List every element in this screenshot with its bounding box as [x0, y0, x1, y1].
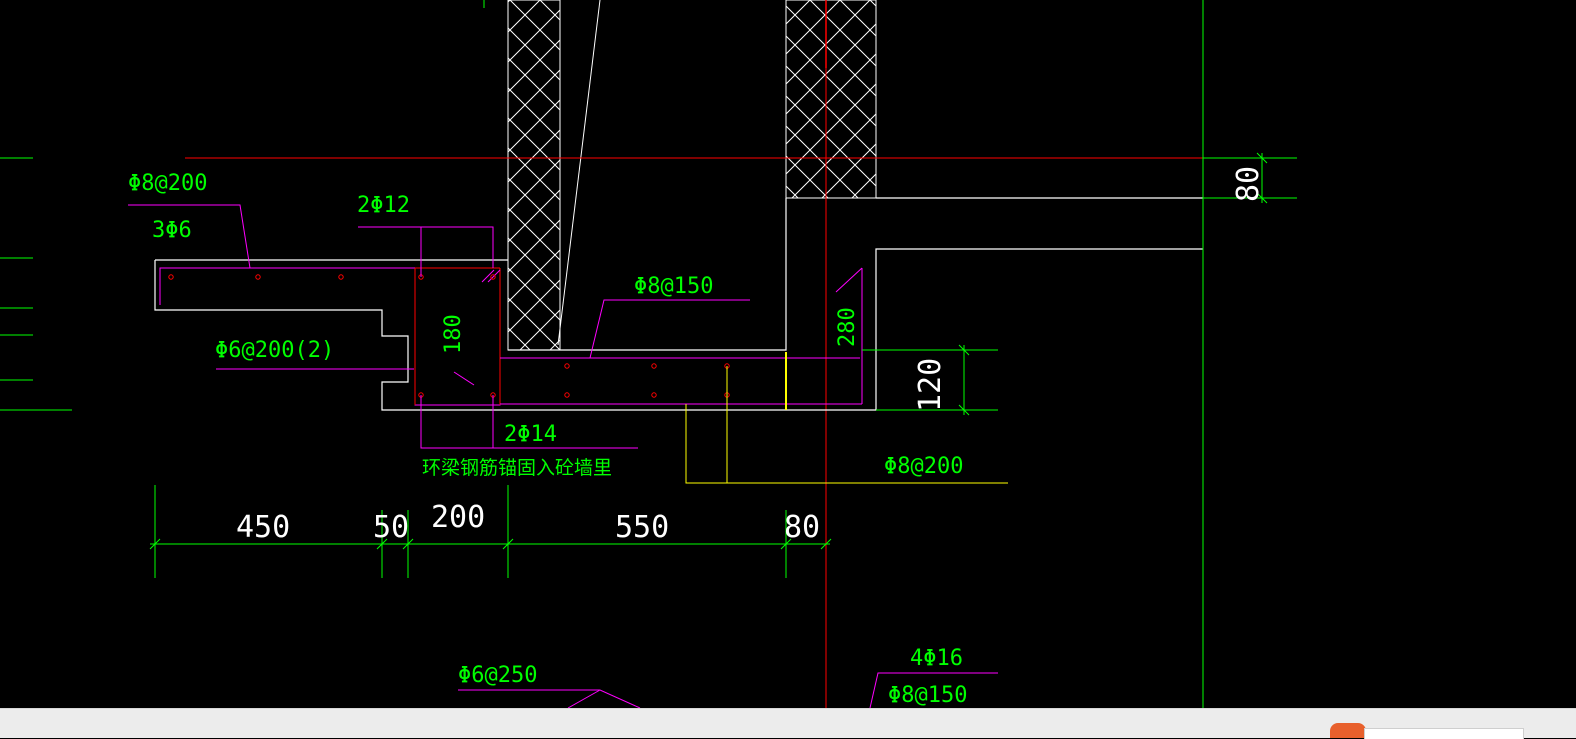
wall-height-label: 280 — [835, 307, 860, 347]
rebar-label-column-bars: 4Φ16 — [910, 646, 963, 671]
dimension-200: 200 — [431, 500, 485, 535]
cad-drawing-canvas[interactable]: Φ8@200 3Φ6 2Φ12 Φ6@200(2) Φ8@150 2Φ14 环梁… — [0, 0, 1576, 708]
left-wall-hatch — [507, 0, 561, 351]
rebar-label-beam-bottom: 2Φ14 — [504, 422, 557, 447]
dimension-50: 50 — [373, 510, 409, 545]
rebar-label-column-stirrup: Φ8@150 — [888, 683, 967, 708]
left-margin-ticks — [0, 157, 72, 411]
rebar-label-slab-bottom: Φ8@150 — [634, 274, 713, 299]
status-bar — [0, 708, 1576, 739]
anchor-note: 环梁钢筋锚固入砼墙里 — [422, 457, 612, 479]
rebar-label-distribution: 3Φ6 — [152, 218, 192, 243]
rebar-label-beam-top: 2Φ12 — [357, 193, 410, 218]
app-logo-icon[interactable] — [1330, 723, 1366, 738]
top-thickness-label: 80 — [1231, 166, 1266, 202]
rebar-label-top-slab: Φ8@200 — [128, 171, 207, 196]
dimension-550: 550 — [615, 510, 669, 545]
rebar-label-lower-stirrup: Φ6@250 — [458, 663, 537, 688]
rebar-label-stirrup: Φ6@200(2) — [215, 338, 334, 363]
wall-diagonal-line — [557, 0, 601, 346]
status-input-box[interactable] — [1364, 728, 1524, 739]
dimension-80: 80 — [784, 510, 820, 545]
slab-section-outline — [154, 197, 1203, 411]
dimension-lines — [149, 152, 1297, 578]
rebar-label-wall: Φ8@200 — [884, 454, 963, 479]
status-widget[interactable] — [1330, 723, 1524, 739]
slab-thickness-label: 120 — [913, 358, 948, 412]
beam-height-label: 180 — [441, 314, 466, 354]
dimension-450: 450 — [236, 510, 290, 545]
right-wall-hatch — [785, 0, 877, 199]
